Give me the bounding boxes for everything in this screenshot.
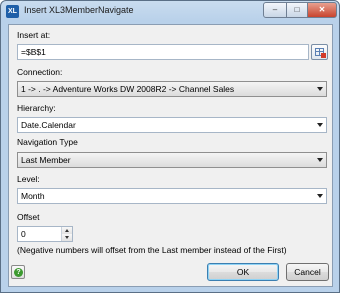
connection-dropdown[interactable]: 1 -> . -> Adventure Works DW 2008R2 -> C… <box>17 81 327 97</box>
range-picker-button[interactable] <box>311 44 328 60</box>
level-label: Level: <box>17 174 40 184</box>
hierarchy-label: Hierarchy: <box>17 103 56 113</box>
chevron-down-icon <box>317 87 323 91</box>
stepper-buttons <box>61 227 72 241</box>
chevron-down-icon <box>317 194 323 198</box>
insert-at-input[interactable]: =$B$1 <box>17 44 309 60</box>
level-value: Month <box>21 191 45 201</box>
window-title: Insert XL3MemberNavigate <box>24 5 134 15</box>
help-button[interactable]: ? <box>11 265 25 279</box>
offset-value: 0 <box>21 229 26 239</box>
app-icon: XL <box>6 5 19 18</box>
maximize-button[interactable]: □ <box>286 2 308 18</box>
title-bar[interactable]: XL Insert XL3MemberNavigate – □ ✕ <box>1 1 339 23</box>
connection-label: Connection: <box>17 67 63 77</box>
cancel-button[interactable]: Cancel <box>286 263 329 281</box>
offset-note: (Negative numbers will offset from the L… <box>17 245 287 255</box>
ok-button[interactable]: OK <box>207 263 279 281</box>
insert-at-label: Insert at: <box>17 30 51 40</box>
chevron-down-icon <box>317 123 323 127</box>
offset-stepper[interactable]: 0 <box>17 226 73 242</box>
close-button[interactable]: ✕ <box>307 2 337 18</box>
decrement-button[interactable] <box>62 234 72 241</box>
minimize-button[interactable]: – <box>263 2 287 18</box>
navigation-type-dropdown[interactable]: Last Member <box>17 152 327 168</box>
increment-button[interactable] <box>62 227 72 234</box>
offset-label: Offset <box>17 212 40 222</box>
chevron-down-icon <box>317 158 323 162</box>
navigation-type-label: Navigation Type <box>17 137 78 147</box>
hierarchy-combobox[interactable]: Date.Calendar <box>17 117 327 133</box>
hierarchy-value: Date.Calendar <box>21 120 76 130</box>
level-combobox[interactable]: Month <box>17 188 327 204</box>
range-picker-marker <box>321 53 326 58</box>
help-icon: ? <box>14 268 23 277</box>
dialog-body: Insert at: =$B$1 Connection: 1 -> . -> A… <box>8 24 333 287</box>
navigation-type-value: Last Member <box>21 155 71 165</box>
connection-value: 1 -> . -> Adventure Works DW 2008R2 -> C… <box>21 84 235 94</box>
dialog-window: XL Insert XL3MemberNavigate – □ ✕ Insert… <box>0 0 340 293</box>
